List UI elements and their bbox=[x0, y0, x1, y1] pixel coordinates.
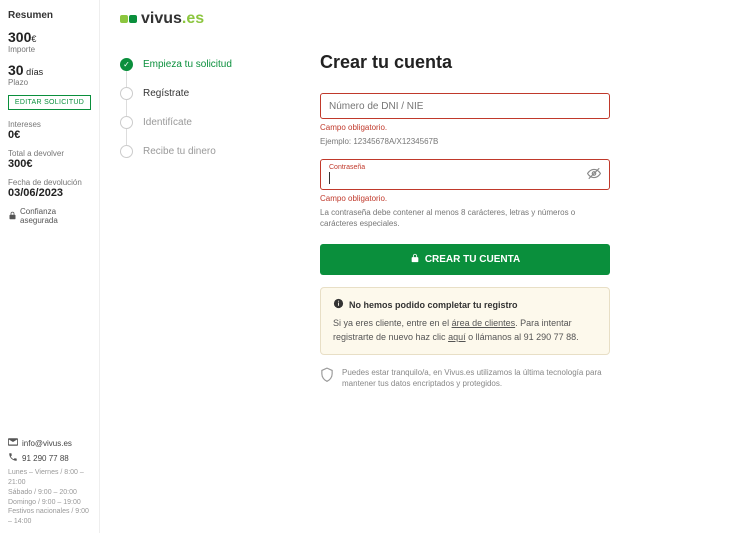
shield-icon bbox=[320, 367, 334, 383]
summary-total: Total a devolver 300€ bbox=[8, 149, 91, 170]
lock-icon bbox=[410, 253, 420, 266]
contact-email[interactable]: info@vivus.es bbox=[22, 439, 72, 448]
client-area-link[interactable]: área de clientes bbox=[452, 318, 516, 328]
info-icon bbox=[333, 298, 344, 314]
summary-sidebar: Resumen 300€ Importe 30 días Plazo EDITA… bbox=[0, 0, 100, 533]
main-content: vivus.es ✓ Empieza tu solicitud Regístra… bbox=[100, 0, 748, 533]
contact-block: info@vivus.es 91 290 77 88 Lunes – Viern… bbox=[8, 438, 91, 527]
brand-logo[interactable]: vivus.es bbox=[120, 10, 310, 28]
step-1: ✓ Empieza tu solicitud bbox=[120, 58, 310, 87]
summary-amount: 300€ Importe bbox=[8, 29, 91, 54]
eye-off-icon[interactable] bbox=[587, 166, 601, 183]
step-4: Recibe tu dinero bbox=[120, 145, 310, 158]
step-2: Regístrate bbox=[120, 87, 310, 116]
lock-icon bbox=[8, 211, 17, 222]
dni-field[interactable] bbox=[320, 93, 610, 119]
dni-error: Campo obligatorio. bbox=[320, 123, 610, 132]
secure-badge: Confianza asegurada bbox=[8, 207, 91, 225]
logo-mark-icon bbox=[120, 15, 137, 23]
create-account-button[interactable]: CREAR TU CUENTA bbox=[320, 244, 610, 275]
registration-error-alert: No hemos podido completar tu registro Si… bbox=[320, 287, 610, 356]
password-field[interactable]: Contraseña bbox=[320, 159, 610, 190]
dni-hint: Ejemplo: 12345678A/X1234567B bbox=[320, 136, 610, 147]
phone-icon bbox=[8, 452, 18, 464]
password-error: Campo obligatorio. bbox=[320, 194, 610, 203]
check-icon: ✓ bbox=[120, 58, 133, 71]
progress-steps: ✓ Empieza tu solicitud Regístrate Identi… bbox=[120, 58, 310, 158]
trust-message: Puedes estar tranquilo/a, en Vivus.es ut… bbox=[320, 367, 610, 389]
password-hint: La contraseña debe contener al menos 8 c… bbox=[320, 207, 610, 229]
summary-term: 30 días Plazo bbox=[8, 62, 91, 87]
summary-return-date: Fecha de devolución 03/06/2023 bbox=[8, 178, 91, 199]
email-icon bbox=[8, 438, 18, 448]
edit-request-button[interactable]: EDITAR SOLICITUD bbox=[8, 95, 91, 110]
step-3: Identifícate bbox=[120, 116, 310, 145]
page-title: Crear tu cuenta bbox=[320, 52, 610, 73]
summary-interest: Intereses 0€ bbox=[8, 120, 91, 141]
dni-input[interactable] bbox=[329, 101, 601, 112]
contact-phone[interactable]: 91 290 77 88 bbox=[22, 454, 69, 463]
summary-title: Resumen bbox=[8, 10, 91, 21]
retry-link[interactable]: aquí bbox=[448, 332, 466, 342]
